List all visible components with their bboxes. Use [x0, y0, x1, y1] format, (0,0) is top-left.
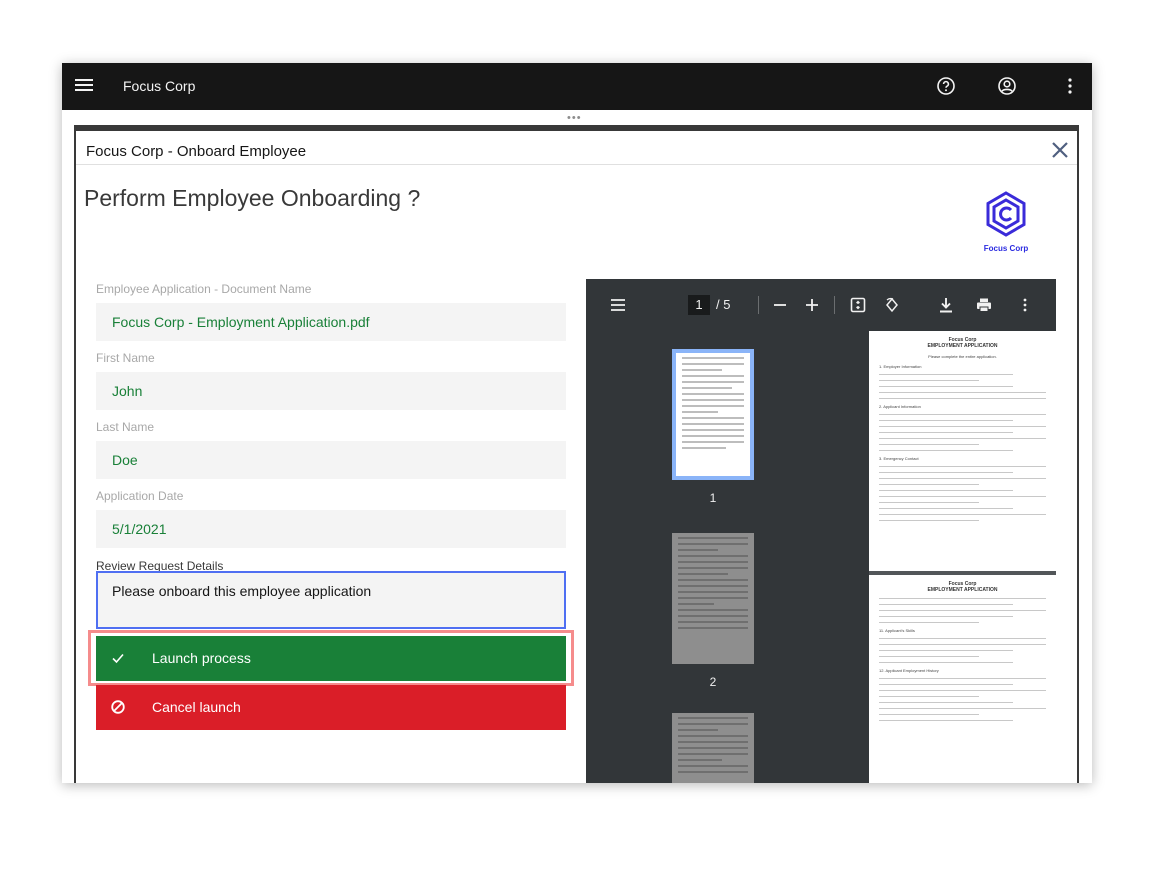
application-date-label: Application Date — [96, 489, 184, 503]
modal-header: Focus Corp - Onboard Employee — [76, 131, 1077, 165]
onboard-modal: Focus Corp - Onboard Employee Perform Em… — [74, 125, 1079, 783]
document-name-field[interactable]: Focus Corp - Employment Application.pdf — [96, 303, 566, 341]
close-icon[interactable] — [1049, 139, 1071, 161]
launch-process-button[interactable]: Launch process — [96, 636, 566, 681]
launch-process-label: Launch process — [152, 650, 251, 666]
last-name-field[interactable]: Doe — [96, 441, 566, 479]
pdf-page-area[interactable]: Focus Corp EMPLOYMENT APPLICATION Please… — [869, 331, 1056, 783]
cancel-icon — [110, 699, 126, 715]
pdf-section-heading: 2. Applicant Information — [879, 404, 921, 409]
app-brand[interactable]: Focus Corp — [123, 78, 195, 94]
pdf-page-subtitle: EMPLOYMENT APPLICATION — [927, 343, 998, 349]
thumbnail-panel[interactable]: 1 2 — [586, 331, 869, 783]
pdf-page-1: Focus Corp EMPLOYMENT APPLICATION Please… — [869, 331, 1056, 571]
logo-text: Focus Corp — [983, 244, 1029, 253]
drag-handle-icon[interactable]: ••• — [567, 112, 582, 124]
viewer-more-icon[interactable] — [1018, 295, 1032, 315]
application-date-field[interactable]: 5/1/2021 — [96, 510, 566, 548]
checkmark-icon — [110, 650, 126, 666]
pdf-section-heading: 12. Applicant Employment History — [879, 668, 939, 673]
toolbar-divider — [758, 296, 759, 314]
zoom-out-icon[interactable] — [770, 295, 790, 315]
page-title: Perform Employee Onboarding ? — [84, 185, 421, 211]
toolbar-divider — [834, 296, 835, 314]
page-thumbnail-3[interactable] — [672, 713, 754, 783]
pdf-section-heading: 11. Applicant's Skills — [879, 628, 915, 633]
fit-page-icon[interactable] — [848, 295, 868, 315]
first-name-field[interactable]: John — [96, 372, 566, 410]
modal-title: Focus Corp - Onboard Employee — [86, 143, 307, 160]
download-icon[interactable] — [936, 295, 956, 315]
document-name-label: Employee Application - Document Name — [96, 282, 312, 296]
cancel-launch-label: Cancel launch — [152, 699, 241, 715]
pdf-section-heading: 3. Emergency Contact — [879, 456, 919, 461]
pdf-viewer[interactable]: 1 / 5 1 2 Focus Corp EMPLOYMENT APPLICAT… — [586, 279, 1056, 783]
help-icon[interactable] — [934, 74, 958, 98]
menu-icon[interactable] — [75, 79, 93, 94]
pdf-toolbar: 1 / 5 — [586, 279, 1056, 331]
print-icon[interactable] — [974, 295, 994, 315]
rotate-icon[interactable] — [882, 295, 902, 315]
focus-corp-logo: Focus Corp — [976, 191, 1036, 253]
page-thumbnail-2[interactable] — [672, 533, 754, 664]
last-name-label: Last Name — [96, 420, 155, 434]
pdf-page-2: Focus Corp EMPLOYMENT APPLICATION 11. Ap… — [869, 575, 1056, 783]
zoom-in-icon[interactable] — [802, 295, 822, 315]
screenshot-frame: Focus Corp ••• Focus Corp - Onboard Empl… — [62, 63, 1092, 783]
review-details-textarea[interactable]: Please onboard this employee application — [96, 571, 566, 629]
sidebar-toggle-icon[interactable] — [608, 295, 628, 315]
page-total: / 5 — [716, 297, 731, 312]
logo-icon — [986, 191, 1026, 237]
first-name-label: First Name — [96, 351, 155, 365]
app-header: Focus Corp — [62, 63, 1092, 110]
pdf-page-intro: Please complete the entire application. — [928, 354, 997, 359]
thumbnail-number: 1 — [709, 491, 717, 505]
pdf-page-subtitle: EMPLOYMENT APPLICATION — [927, 587, 998, 593]
user-icon[interactable] — [995, 74, 1019, 98]
overflow-menu-icon[interactable] — [1058, 74, 1082, 98]
page-number-input[interactable]: 1 — [688, 295, 710, 315]
thumbnail-number: 2 — [709, 675, 717, 689]
pdf-section-heading: 1. Employer Information — [879, 364, 922, 369]
page-thumbnail-1[interactable] — [672, 349, 754, 480]
resize-handle-row: ••• — [62, 110, 1092, 125]
cancel-launch-button[interactable]: Cancel launch — [96, 685, 566, 730]
